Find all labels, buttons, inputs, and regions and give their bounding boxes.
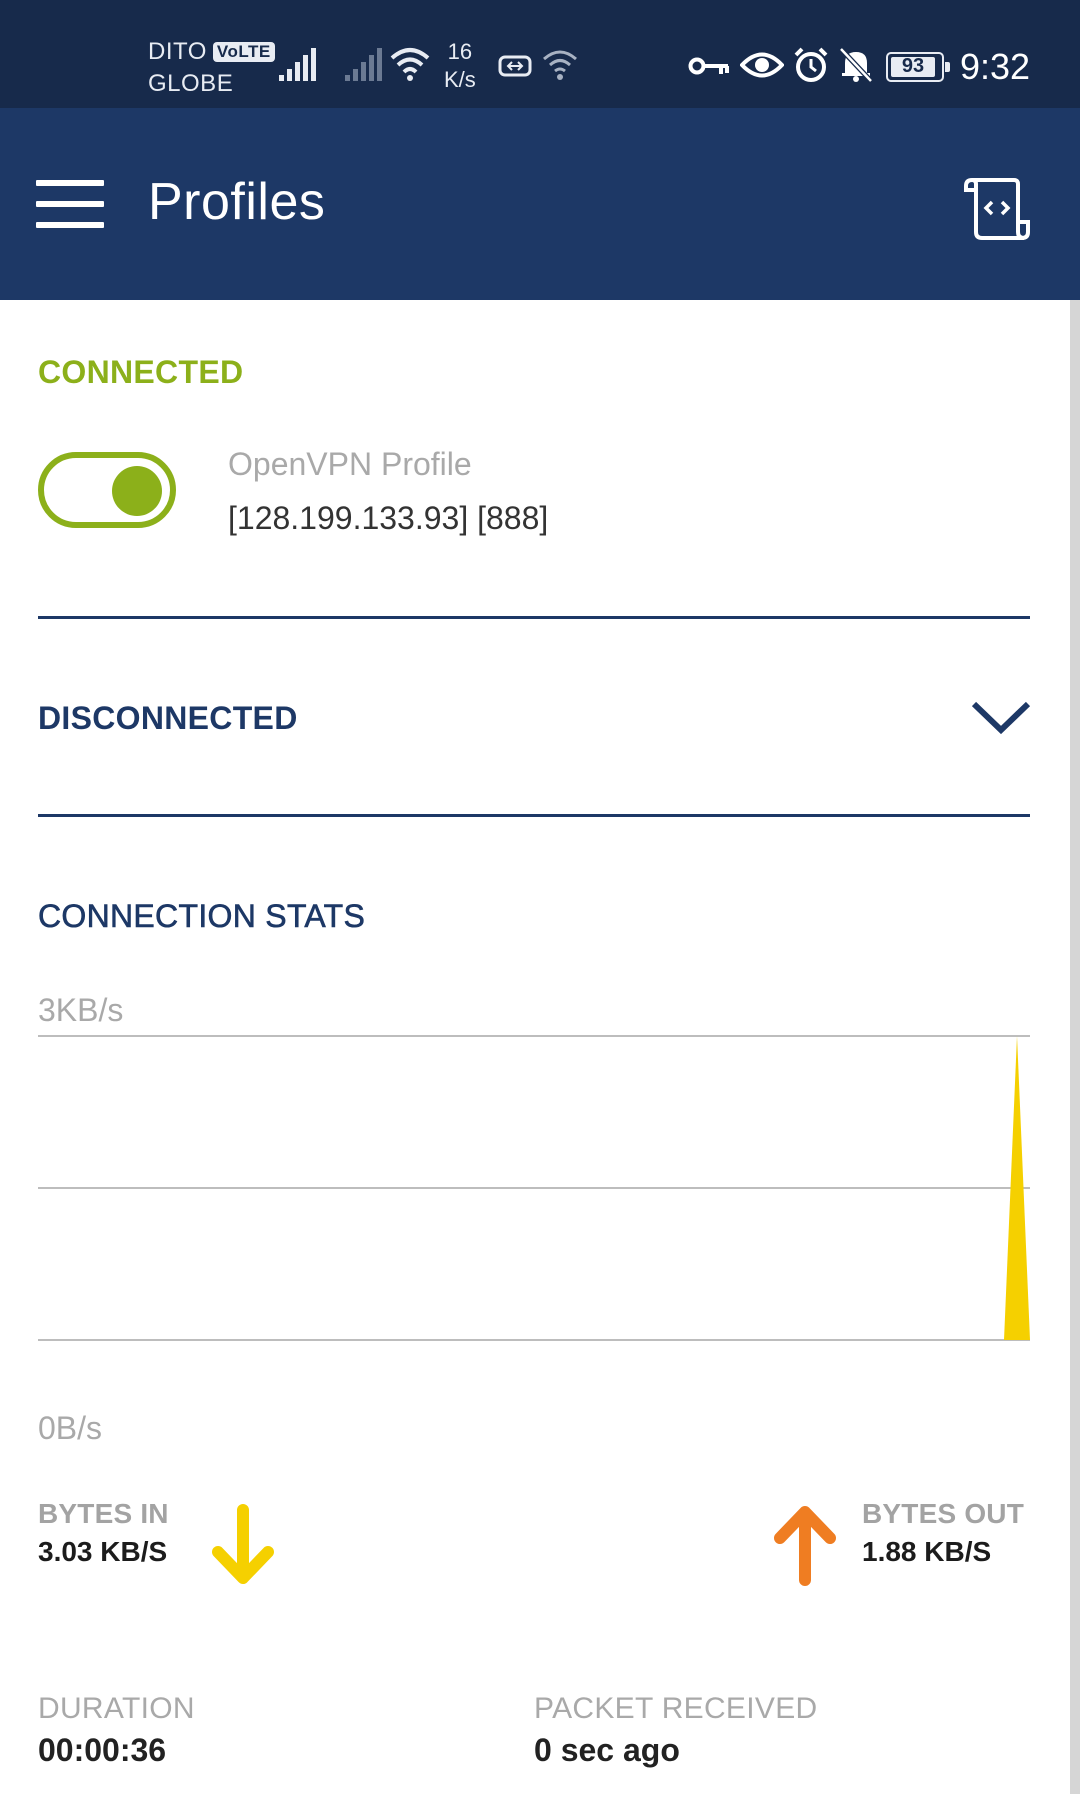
- wifi-calling-icon: [543, 50, 577, 80]
- disconnected-section-title[interactable]: DISCONNECTED: [38, 700, 298, 737]
- network-speed-value: 16: [447, 39, 473, 64]
- status-clock: 9:32: [960, 46, 1031, 87]
- hamburger-menu-icon[interactable]: [36, 180, 104, 228]
- duration-value: 00:00:36: [38, 1732, 167, 1768]
- bytes-out-label: BYTES OUT: [862, 1498, 1025, 1529]
- download-arrow-icon: [212, 1504, 274, 1584]
- vpn-key-icon: [688, 57, 729, 75]
- volte-badge: VoLTE: [212, 42, 275, 62]
- carrier-2-name: GLOBE: [148, 70, 234, 97]
- signal-strength-2-icon: [345, 48, 382, 81]
- battery-nub: [945, 62, 950, 72]
- packet-received-label: PACKET RECEIVED: [534, 1692, 818, 1725]
- carrier-info: DITO VoLTE GLOBE: [148, 36, 275, 100]
- vpn-connection-toggle[interactable]: [38, 452, 176, 528]
- upload-arrow-icon: [774, 1506, 836, 1586]
- connection-stats-title: CONNECTION STATS: [38, 898, 366, 935]
- bytes-in-value: 3.03 KB/S: [38, 1536, 168, 1567]
- connected-section-title: CONNECTED: [38, 354, 244, 390]
- bandwidth-chart: [38, 1035, 1030, 1341]
- nfc-icon: [498, 55, 532, 77]
- duration-label: DURATION: [38, 1692, 195, 1725]
- packet-received-value: 0 sec ago: [534, 1732, 680, 1768]
- eye-comfort-icon: [740, 52, 784, 78]
- profile-name[interactable]: OpenVPN Profile: [228, 446, 472, 483]
- battery-level: 93: [891, 56, 935, 77]
- page-title: Profiles: [148, 173, 326, 231]
- notifications-off-icon: [839, 47, 873, 83]
- network-speed-unit: K/s: [444, 67, 476, 92]
- divider: [38, 814, 1030, 817]
- status-bar: DITO VoLTE GLOBE 16 K/s 93 9:32: [0, 0, 1080, 108]
- profile-address: [128.199.133.93] [888]: [228, 500, 549, 536]
- alarm-icon: [794, 47, 828, 82]
- carrier-1-name: DITO: [148, 38, 207, 65]
- toggle-knob: [112, 466, 162, 516]
- bytes-out-value: 1.88 KB/S: [862, 1536, 992, 1567]
- app-bar: Profiles: [0, 108, 1080, 300]
- wifi-icon: [390, 48, 430, 81]
- network-speed: 16 K/s: [444, 38, 476, 94]
- log-scroll-icon[interactable]: [962, 174, 1032, 244]
- divider: [38, 616, 1030, 619]
- chevron-down-icon[interactable]: [970, 692, 1032, 742]
- chart-min-label: 0B/s: [38, 1410, 103, 1446]
- scrollbar[interactable]: [1070, 300, 1080, 1794]
- battery-indicator: 93: [886, 52, 950, 82]
- bytes-in-label: BYTES IN: [38, 1498, 169, 1529]
- signal-strength-icon: [279, 48, 316, 81]
